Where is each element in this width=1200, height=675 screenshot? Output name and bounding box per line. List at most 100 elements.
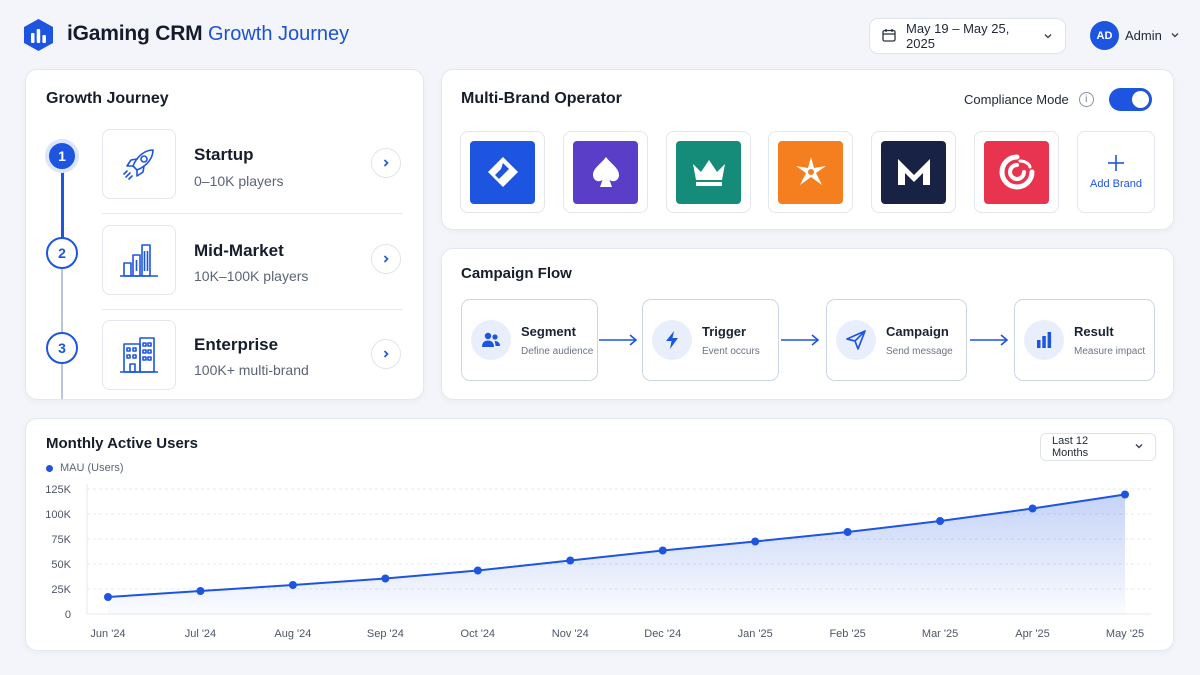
bar-building-icon: [102, 225, 176, 295]
flow-step-title: Segment: [521, 323, 576, 339]
spade-logo-icon: [573, 140, 638, 204]
x-tick-label: Jun '24: [90, 628, 125, 640]
info-icon[interactable]: i: [1078, 92, 1094, 107]
stage-desc-startup: 0–10K players: [194, 173, 284, 189]
x-tick-label: Jul '24: [185, 628, 216, 640]
stage-desc-enterprise: 100K+ multi-brand: [194, 362, 309, 378]
brand-tile[interactable]: [974, 131, 1059, 213]
user-name: Admin: [1125, 28, 1162, 43]
flow-step-segment[interactable]: Segment Define audience: [461, 299, 598, 381]
data-point: [473, 566, 482, 575]
x-tick-label: Oct '24: [461, 628, 496, 640]
x-tick-label: Nov '24: [552, 628, 589, 640]
flow-step-title: Campaign: [886, 323, 949, 339]
diamond-logo-icon: [470, 140, 535, 204]
swirl-logo-icon: [984, 140, 1049, 204]
mau-chart: 0 25K 50K 75K 100K 125K Jun '24 Jul '24 Aug '24 S…: [45, 484, 1151, 640]
x-tick-label: Mar '25: [922, 628, 958, 640]
compliance-mode: Compliance Mode i: [964, 92, 1094, 107]
x-tick-label: Apr '25: [1015, 628, 1050, 640]
stage-open-button-mid-market[interactable]: [371, 244, 401, 274]
brand-tile[interactable]: [768, 131, 853, 213]
campaign-flow-title: Campaign Flow: [461, 265, 572, 282]
data-point: [843, 528, 852, 536]
flow-step-subtitle: Event occurs: [702, 345, 760, 357]
mau-area: [108, 494, 1125, 614]
data-point: [196, 587, 205, 595]
users-icon: [471, 320, 511, 360]
growth-journey-title: Growth Journey: [46, 90, 169, 107]
flow-step-campaign[interactable]: Campaign Send message: [826, 299, 967, 381]
add-brand-button[interactable]: Add Brand: [1077, 131, 1155, 213]
flow-step-title: Result: [1074, 323, 1114, 339]
brand-tile[interactable]: [460, 131, 545, 213]
data-point: [936, 517, 945, 525]
arrow-right-icon: [781, 333, 821, 351]
y-tick-label: 0: [65, 609, 71, 621]
data-point: [381, 574, 390, 583]
stage-desc-mid-market: 10K–100K players: [194, 268, 309, 284]
x-tick-label: May '25: [1106, 628, 1144, 640]
stage-name-mid-market: Mid-Market: [194, 241, 284, 260]
divider: [102, 213, 403, 214]
y-tick-label: 50K: [51, 559, 71, 571]
y-tick-label: 25K: [51, 584, 71, 596]
data-point: [1121, 490, 1129, 499]
chevron-right-icon: [383, 159, 389, 167]
stage-open-button-enterprise[interactable]: [371, 339, 401, 369]
flow-step-trigger[interactable]: Trigger Event occurs: [642, 299, 779, 381]
y-tick-label: 125K: [45, 484, 71, 496]
logo-icon: [24, 19, 53, 51]
chevron-right-icon: [383, 255, 389, 263]
chevron-down-icon: [1170, 28, 1180, 43]
multi-brand-title: Multi-Brand Operator: [461, 90, 622, 107]
multi-brand-card: Multi-Brand Operator Compliance Mode i A…: [441, 69, 1174, 230]
brand-tile[interactable]: [563, 131, 648, 213]
campaign-flow-card: Campaign Flow Segment Define audience Tr…: [441, 248, 1174, 400]
stage-open-button-startup[interactable]: [371, 148, 401, 178]
brand-tile[interactable]: [666, 131, 751, 213]
step-number-3: 3: [46, 332, 78, 364]
user-menu[interactable]: Admin: [1125, 28, 1180, 43]
data-point: [288, 581, 297, 589]
calendar-icon: [882, 28, 896, 45]
step-number-2: 2: [46, 237, 78, 269]
x-tick-label: Jan '25: [738, 628, 773, 640]
flow-step-subtitle: Send message: [886, 345, 953, 357]
add-brand-label: Add Brand: [1090, 178, 1142, 190]
rocket-icon: [102, 129, 176, 199]
avatar[interactable]: AD: [1090, 21, 1119, 50]
flow-step-title: Trigger: [702, 323, 747, 339]
arrow-right-icon: [970, 333, 1010, 351]
divider: [102, 309, 403, 310]
x-tick-label: Sep '24: [367, 628, 404, 640]
mau-card: Monthly Active Users Last 12 Months MAU …: [25, 418, 1174, 651]
m-logo-icon: [881, 140, 946, 204]
chevron-down-icon: [1043, 29, 1053, 44]
data-point: [566, 556, 575, 565]
x-tick-label: Aug '24: [274, 628, 311, 640]
section-title: Growth Journey: [208, 23, 350, 45]
send-icon: [836, 320, 876, 360]
compliance-toggle[interactable]: [1109, 88, 1152, 111]
stage-name-startup: Startup: [194, 145, 254, 164]
growth-journey-card: Growth Journey 1 Startup 0–10K players 2…: [25, 69, 424, 400]
y-tick-label: 100K: [45, 509, 71, 521]
bar-chart-icon: [1024, 320, 1064, 360]
data-point: [751, 537, 760, 546]
chevron-right-icon: [383, 350, 389, 358]
x-tick-label: Dec '24: [644, 628, 681, 640]
y-tick-label: 75K: [51, 534, 71, 546]
plus-icon: [1108, 155, 1124, 171]
x-tick-label: Feb '25: [829, 628, 865, 640]
date-range-picker[interactable]: May 19 – May 25, 2025: [869, 18, 1066, 54]
arrow-right-icon: [599, 333, 639, 351]
data-point: [104, 593, 112, 601]
app-title: iGaming CRM: [67, 22, 203, 45]
flow-step-result[interactable]: Result Measure impact: [1014, 299, 1155, 381]
office-building-icon: [102, 320, 176, 390]
crown-logo-icon: [676, 140, 741, 204]
brand-tile[interactable]: [871, 131, 956, 213]
compliance-label: Compliance Mode: [964, 92, 1069, 107]
star-logo-icon: [778, 140, 843, 204]
